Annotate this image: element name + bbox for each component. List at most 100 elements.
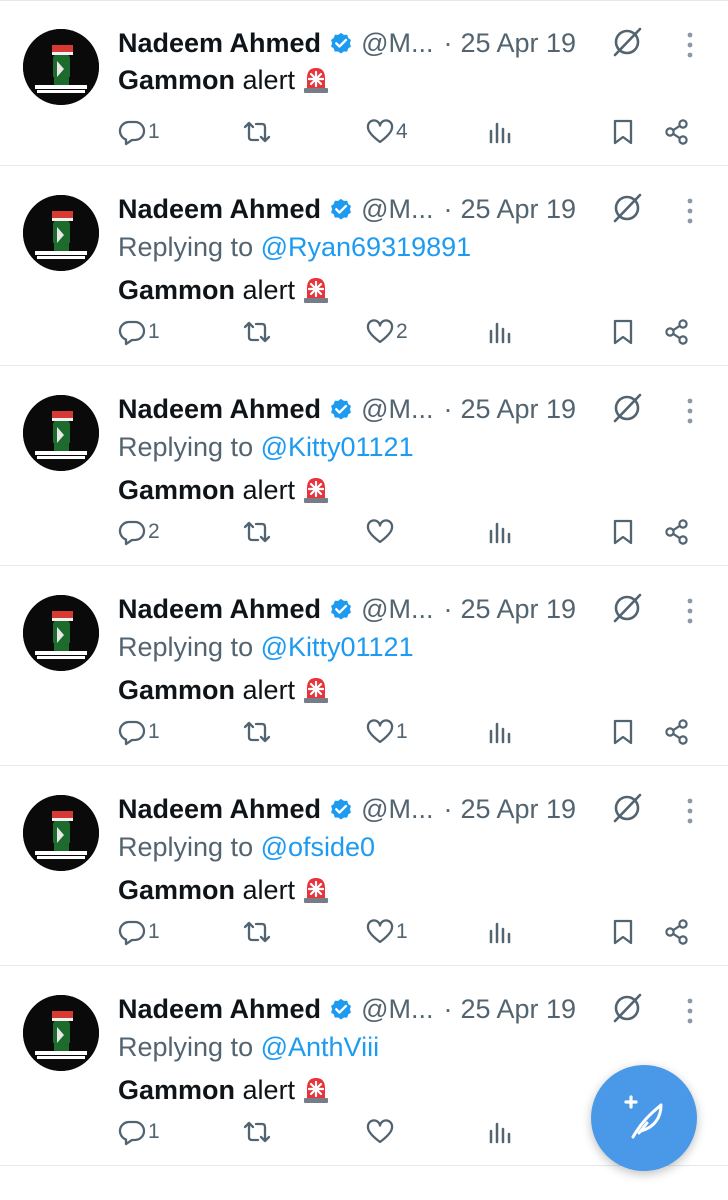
- bookmark-button[interactable]: [609, 912, 637, 952]
- author-name[interactable]: Nadeem Ahmed: [118, 594, 321, 625]
- author-name[interactable]: Nadeem Ahmed: [118, 28, 321, 59]
- reply-icon: [118, 320, 146, 346]
- retweet-button[interactable]: [243, 712, 273, 752]
- grok-icon[interactable]: [610, 991, 644, 1025]
- replying-to-mention[interactable]: @Kitty01121: [261, 432, 414, 462]
- grok-icon[interactable]: [610, 25, 644, 59]
- compose-button[interactable]: [591, 1065, 697, 1171]
- replying-to-label: Replying to: [118, 1032, 261, 1062]
- retweet-button[interactable]: [243, 512, 273, 552]
- tweet[interactable]: Nadeem Ahmed @M... · 25 Apr 19 Replying …: [0, 766, 728, 966]
- compose-icon: [624, 1095, 663, 1139]
- reply-button[interactable]: 2: [118, 512, 160, 552]
- reply-count: 1: [148, 320, 160, 343]
- tweet-date[interactable]: 25 Apr 19: [460, 28, 576, 59]
- tweet-text: Gammon alert: [118, 1074, 331, 1106]
- reply-button[interactable]: 1: [118, 912, 160, 952]
- tweet-text: Gammon alert: [118, 874, 331, 906]
- reply-button[interactable]: 1: [118, 712, 160, 752]
- like-icon: [366, 119, 394, 144]
- like-button[interactable]: [366, 512, 396, 552]
- tweet[interactable]: Nadeem Ahmed @M... · 25 Apr 19 Gammon al…: [0, 0, 728, 166]
- views-button[interactable]: [486, 712, 514, 752]
- avatar[interactable]: [23, 29, 99, 105]
- retweet-button[interactable]: [243, 312, 273, 352]
- more-options-icon[interactable]: [677, 596, 703, 626]
- reply-button[interactable]: 1: [118, 312, 160, 352]
- tweet-date[interactable]: 25 Apr 19: [460, 794, 576, 825]
- views-button[interactable]: [486, 512, 514, 552]
- more-options-icon[interactable]: [677, 996, 703, 1026]
- author-handle[interactable]: @M...: [361, 394, 433, 425]
- avatar[interactable]: [23, 595, 99, 671]
- replying-to-mention[interactable]: @Kitty01121: [261, 632, 414, 662]
- more-options-icon[interactable]: [677, 396, 703, 426]
- tweet-date[interactable]: 25 Apr 19: [460, 594, 576, 625]
- avatar[interactable]: [23, 195, 99, 271]
- like-button[interactable]: 2: [366, 312, 408, 352]
- bookmark-icon: [613, 519, 633, 545]
- views-button[interactable]: [486, 112, 514, 152]
- retweet-button[interactable]: [243, 1112, 273, 1152]
- avatar[interactable]: [23, 795, 99, 871]
- replying-to-line: Replying to @ofside0: [118, 832, 375, 863]
- retweet-icon: [243, 521, 271, 543]
- grok-icon[interactable]: [610, 591, 644, 625]
- reply-button[interactable]: 1: [118, 1112, 160, 1152]
- tweet-date[interactable]: 25 Apr 19: [460, 194, 576, 225]
- replying-to-mention[interactable]: @AnthViii: [261, 1032, 379, 1062]
- author-handle[interactable]: @M...: [361, 594, 433, 625]
- more-options-icon[interactable]: [677, 196, 703, 226]
- share-button[interactable]: [663, 912, 691, 952]
- avatar[interactable]: [23, 995, 99, 1071]
- bookmark-button[interactable]: [609, 712, 637, 752]
- reply-button[interactable]: 1: [118, 112, 160, 152]
- tweet-text-rest: alert: [235, 675, 296, 705]
- tweet-date[interactable]: 25 Apr 19: [460, 394, 576, 425]
- author-handle[interactable]: @M...: [361, 794, 433, 825]
- author-name[interactable]: Nadeem Ahmed: [118, 394, 321, 425]
- tweet[interactable]: Nadeem Ahmed @M... · 25 Apr 19 Replying …: [0, 566, 728, 766]
- grok-icon[interactable]: [610, 391, 644, 425]
- bookmark-button[interactable]: [609, 312, 637, 352]
- more-options-icon[interactable]: [677, 796, 703, 826]
- tweet[interactable]: Nadeem Ahmed @M... · 25 Apr 19 Replying …: [0, 166, 728, 366]
- more-options-icon[interactable]: [677, 30, 703, 60]
- tweet-text-rest: alert: [235, 1075, 296, 1105]
- avatar-fist-icon: [23, 195, 99, 271]
- tweet-date[interactable]: 25 Apr 19: [460, 994, 576, 1025]
- author-name[interactable]: Nadeem Ahmed: [118, 994, 321, 1025]
- views-button[interactable]: [486, 912, 514, 952]
- author-handle[interactable]: @M...: [361, 194, 433, 225]
- retweet-button[interactable]: [243, 112, 273, 152]
- avatar-fist-icon: [23, 29, 99, 105]
- bookmark-button[interactable]: [609, 512, 637, 552]
- share-button[interactable]: [663, 112, 691, 152]
- retweet-icon: [243, 921, 271, 943]
- reply-icon: [118, 120, 146, 146]
- avatar[interactable]: [23, 395, 99, 471]
- like-button[interactable]: [366, 1112, 396, 1152]
- bookmark-button[interactable]: [609, 112, 637, 152]
- like-icon: [366, 919, 394, 944]
- views-button[interactable]: [486, 312, 514, 352]
- siren-emoji-icon: [304, 278, 329, 303]
- tweet[interactable]: Nadeem Ahmed @M... · 25 Apr 19 Replying …: [0, 366, 728, 566]
- like-button[interactable]: 4: [366, 112, 408, 152]
- grok-icon[interactable]: [610, 191, 644, 225]
- like-button[interactable]: 1: [366, 912, 408, 952]
- author-handle[interactable]: @M...: [361, 994, 433, 1025]
- replying-to-mention[interactable]: @ofside0: [261, 832, 375, 862]
- author-name[interactable]: Nadeem Ahmed: [118, 794, 321, 825]
- replying-to-mention[interactable]: @Ryan69319891: [261, 232, 472, 262]
- like-button[interactable]: 1: [366, 712, 408, 752]
- verified-badge-icon: [331, 32, 352, 54]
- grok-icon[interactable]: [610, 791, 644, 825]
- author-name[interactable]: Nadeem Ahmed: [118, 194, 321, 225]
- share-button[interactable]: [663, 712, 691, 752]
- retweet-button[interactable]: [243, 912, 273, 952]
- share-button[interactable]: [663, 512, 691, 552]
- author-handle[interactable]: @M...: [361, 28, 433, 59]
- views-button[interactable]: [486, 1112, 514, 1152]
- share-button[interactable]: [663, 312, 691, 352]
